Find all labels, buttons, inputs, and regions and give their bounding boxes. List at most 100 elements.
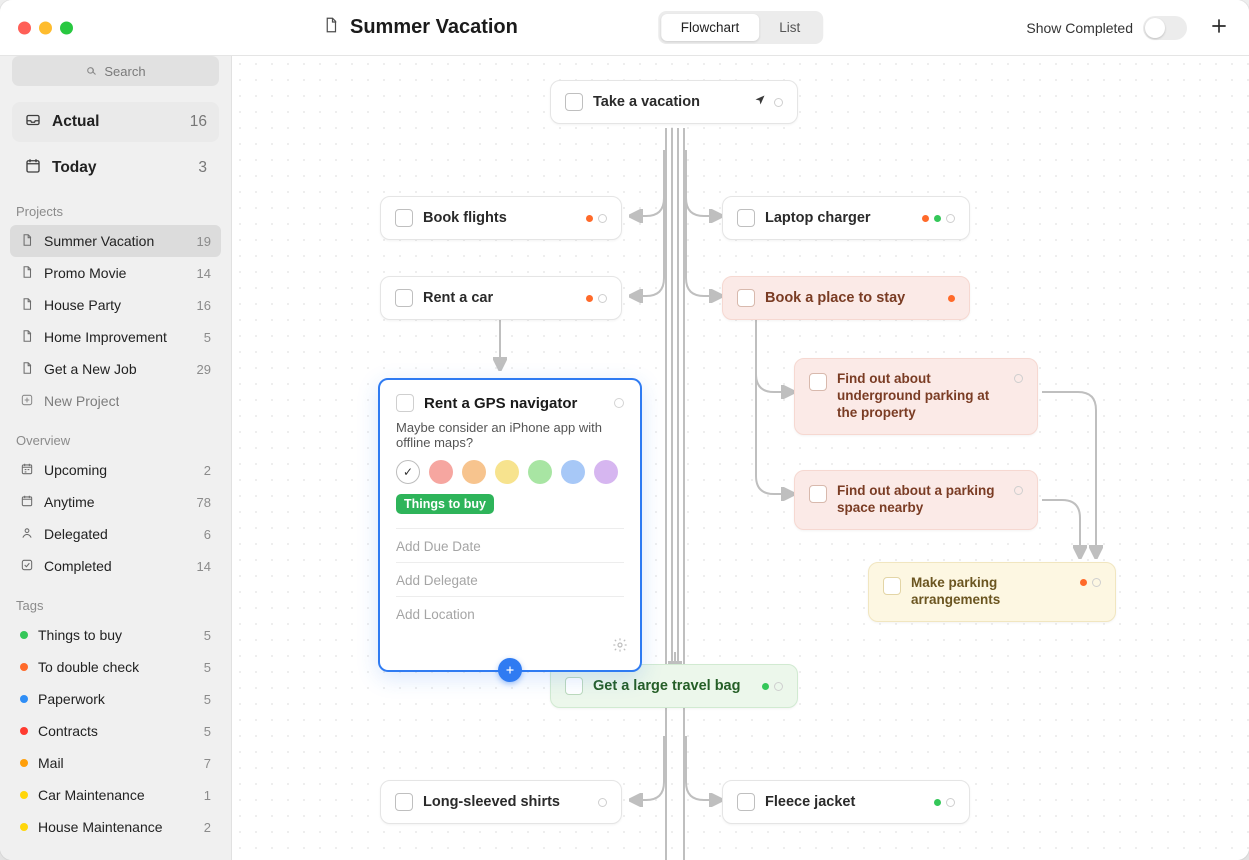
plus-icon bbox=[504, 664, 516, 676]
close-icon[interactable] bbox=[18, 21, 31, 34]
zoom-icon[interactable] bbox=[60, 21, 73, 34]
show-completed-toggle[interactable] bbox=[1143, 16, 1187, 40]
minimize-icon[interactable] bbox=[39, 21, 52, 34]
color-swatch[interactable] bbox=[462, 460, 486, 484]
checkbox[interactable] bbox=[565, 677, 583, 695]
node-rent-a-car[interactable]: Rent a car bbox=[380, 276, 622, 320]
sidebar-project-item[interactable]: House Party16 bbox=[10, 289, 221, 321]
sidebar-item-label: Summer Vacation bbox=[44, 233, 154, 249]
checkbox[interactable] bbox=[395, 209, 413, 227]
checkbox[interactable] bbox=[737, 793, 755, 811]
sidebar-item-count: 7 bbox=[193, 756, 211, 771]
sidebar-tag-item[interactable]: House Maintenance2 bbox=[10, 811, 221, 843]
new-project[interactable]: New Project bbox=[10, 385, 221, 417]
sidebar-project-item[interactable]: Home Improvement5 bbox=[10, 321, 221, 353]
checkbox[interactable] bbox=[883, 577, 901, 595]
sidebar-item-count: 2 bbox=[193, 463, 211, 478]
tag-color-icon bbox=[20, 695, 28, 703]
node-parking-nearby[interactable]: Find out about a parking space nearby bbox=[794, 470, 1038, 530]
editor-description[interactable]: Maybe consider an iPhone app with offlin… bbox=[396, 420, 624, 450]
sidebar-item-count: 5 bbox=[193, 628, 211, 643]
node-book-place[interactable]: Book a place to stay bbox=[722, 276, 970, 320]
node-label: Take a vacation bbox=[593, 94, 744, 110]
app-window: Search Actual 16 Today 3 Projects Summer… bbox=[0, 0, 1249, 860]
sidebar-project-item[interactable]: Summer Vacation19 bbox=[10, 225, 221, 257]
checkbox[interactable] bbox=[395, 793, 413, 811]
settings-button[interactable] bbox=[612, 637, 628, 658]
editor-title[interactable]: Rent a GPS navigator bbox=[424, 395, 577, 412]
checkbox[interactable] bbox=[737, 289, 755, 307]
node-fleece-jacket[interactable]: Fleece jacket bbox=[722, 780, 970, 824]
node-parking-arrangements[interactable]: Make parking arrangements bbox=[868, 562, 1116, 622]
plus-square-icon bbox=[20, 393, 34, 410]
sidebar-tag-item[interactable]: Contracts5 bbox=[10, 715, 221, 747]
field-location[interactable]: Add Location bbox=[396, 596, 624, 622]
document-icon bbox=[20, 265, 34, 282]
color-swatch[interactable] bbox=[561, 460, 585, 484]
sidebar-overview-item[interactable]: Anytime78 bbox=[10, 486, 221, 518]
sidebar-project-item[interactable]: Promo Movie14 bbox=[10, 257, 221, 289]
sidebar-item-count: 14 bbox=[193, 559, 211, 574]
node-parking-underground[interactable]: Find out about underground parking at th… bbox=[794, 358, 1038, 435]
sidebar-item-label: House Maintenance bbox=[38, 819, 163, 835]
node-editor[interactable]: Rent a GPS navigator Maybe consider an i… bbox=[378, 378, 642, 672]
inbox-icon bbox=[24, 111, 42, 134]
quick-actual[interactable]: Actual 16 bbox=[12, 102, 219, 142]
tags-section-label: Tags bbox=[16, 598, 215, 613]
checkbox[interactable] bbox=[737, 209, 755, 227]
flowchart-canvas[interactable]: Take a vacation Book flights Laptop char… bbox=[232, 56, 1249, 860]
color-swatch[interactable] bbox=[594, 460, 618, 484]
sidebar-overview-item[interactable]: Delegated6 bbox=[10, 518, 221, 550]
node-label: Rent a car bbox=[423, 290, 576, 306]
checkbox[interactable] bbox=[395, 289, 413, 307]
sidebar-item-count: 5 bbox=[193, 330, 211, 345]
node-long-sleeved[interactable]: Long-sleeved shirts bbox=[380, 780, 622, 824]
check-square-icon bbox=[20, 558, 34, 575]
sidebar-item-label: Contracts bbox=[38, 723, 98, 739]
color-swatch[interactable] bbox=[495, 460, 519, 484]
calendar-icon bbox=[24, 157, 42, 180]
node-take-vacation[interactable]: Take a vacation bbox=[550, 80, 798, 124]
checkbox[interactable] bbox=[809, 373, 827, 391]
checkbox[interactable] bbox=[565, 93, 583, 111]
sidebar-tag-item[interactable]: Car Maintenance1 bbox=[10, 779, 221, 811]
tag-color-icon bbox=[20, 823, 28, 831]
sidebar-item-label: Get a New Job bbox=[44, 361, 137, 377]
sidebar-project-item[interactable]: Get a New Job 29 bbox=[10, 353, 221, 385]
sidebar-overview-item[interactable]: Upcoming 2 bbox=[10, 454, 221, 486]
checkbox[interactable] bbox=[396, 394, 414, 412]
document-icon bbox=[20, 297, 34, 314]
field-due-date[interactable]: Add Due Date bbox=[396, 528, 624, 554]
checkbox[interactable] bbox=[809, 485, 827, 503]
search-input[interactable]: Search bbox=[12, 56, 219, 86]
tag-color-icon bbox=[20, 631, 28, 639]
status-dot bbox=[614, 398, 624, 408]
sidebar-item-count: 29 bbox=[193, 362, 211, 377]
sidebar-item-label: Upcoming bbox=[44, 462, 107, 478]
color-swatch[interactable]: ✓ bbox=[396, 460, 420, 484]
color-swatch[interactable] bbox=[429, 460, 453, 484]
add-button[interactable] bbox=[1205, 12, 1233, 43]
sidebar-item-label: Things to buy bbox=[38, 627, 122, 643]
add-child-button[interactable] bbox=[498, 658, 522, 682]
color-swatch[interactable] bbox=[528, 460, 552, 484]
location-icon[interactable] bbox=[754, 94, 766, 110]
sidebar-tag-item[interactable]: Paperwork5 bbox=[10, 683, 221, 715]
node-book-flights[interactable]: Book flights bbox=[380, 196, 622, 240]
field-delegate[interactable]: Add Delegate bbox=[396, 562, 624, 588]
sidebar-item-label: Car Maintenance bbox=[38, 787, 145, 803]
tab-flowchart[interactable]: Flowchart bbox=[661, 14, 760, 41]
sidebar-item-label: Paperwork bbox=[38, 691, 105, 707]
sidebar-tag-item[interactable]: To double check5 bbox=[10, 651, 221, 683]
quick-today-label: Today bbox=[52, 159, 97, 177]
sidebar-item-count: 6 bbox=[193, 527, 211, 542]
tag-chip[interactable]: Things to buy bbox=[396, 494, 494, 514]
quick-today[interactable]: Today 3 bbox=[12, 148, 219, 188]
tab-list[interactable]: List bbox=[759, 14, 820, 41]
sidebar-item-label: Completed bbox=[44, 558, 112, 574]
sidebar-tag-item[interactable]: Things to buy 5 bbox=[10, 619, 221, 651]
sidebar-tag-item[interactable]: Mail7 bbox=[10, 747, 221, 779]
sidebar-overview-item[interactable]: Completed 14 bbox=[10, 550, 221, 582]
quick-today-count: 3 bbox=[198, 159, 207, 177]
node-laptop-charger[interactable]: Laptop charger bbox=[722, 196, 970, 240]
